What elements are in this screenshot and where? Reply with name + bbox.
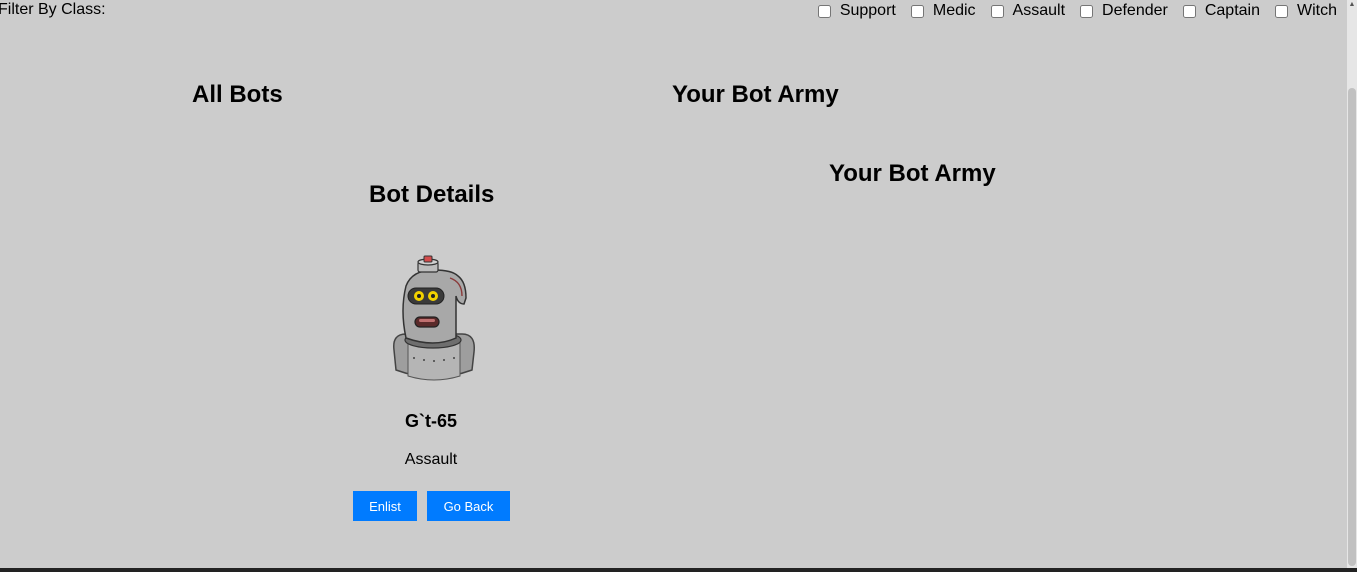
filter-defender[interactable]: Defender [1080, 2, 1168, 20]
class-filters: Support Medic Assault Defender Captain W… [817, 2, 1337, 20]
bot-name: G`t-65 [404, 411, 457, 431]
filter-medic[interactable]: Medic [910, 2, 976, 20]
filter-assault-label: Assault [1012, 2, 1066, 19]
filter-captain-label: Captain [1204, 2, 1260, 19]
scroll-up-icon[interactable]: ▲ [1348, 0, 1356, 10]
filter-label: Filter By Class: [0, 1, 106, 18]
filter-captain[interactable]: Captain [1182, 2, 1260, 20]
filter-support[interactable]: Support [817, 2, 896, 20]
robot-avatar-icon [393, 255, 475, 381]
bot-details-heading: Bot Details [369, 181, 495, 208]
filter-assault-checkbox[interactable] [990, 4, 1004, 18]
your-bot-army-subheading: Your Bot Army [829, 160, 996, 187]
enlist-button[interactable]: Enlist [353, 491, 417, 521]
all-bots-heading: All Bots [192, 81, 283, 108]
page-scrollbar[interactable]: ▲ [1347, 0, 1357, 568]
filter-witch[interactable]: Witch [1275, 2, 1337, 20]
window-bottom-edge [0, 568, 1357, 572]
scrollbar-thumb[interactable] [1348, 88, 1356, 566]
filter-captain-checkbox[interactable] [1182, 4, 1196, 18]
filter-witch-checkbox[interactable] [1275, 4, 1288, 18]
filter-medic-checkbox[interactable] [910, 4, 924, 18]
your-bot-army-heading: Your Bot Army [672, 81, 839, 108]
filter-defender-checkbox[interactable] [1080, 4, 1094, 18]
filter-support-checkbox[interactable] [817, 4, 831, 18]
filter-defender-label: Defender [1102, 2, 1168, 19]
filter-assault[interactable]: Assault [990, 2, 1066, 20]
filter-medic-label: Medic [932, 2, 976, 19]
filter-witch-label: Witch [1297, 2, 1337, 19]
bot-class: Assault [404, 451, 458, 468]
go-back-button[interactable]: Go Back [427, 491, 510, 521]
filter-support-label: Support [839, 2, 896, 19]
